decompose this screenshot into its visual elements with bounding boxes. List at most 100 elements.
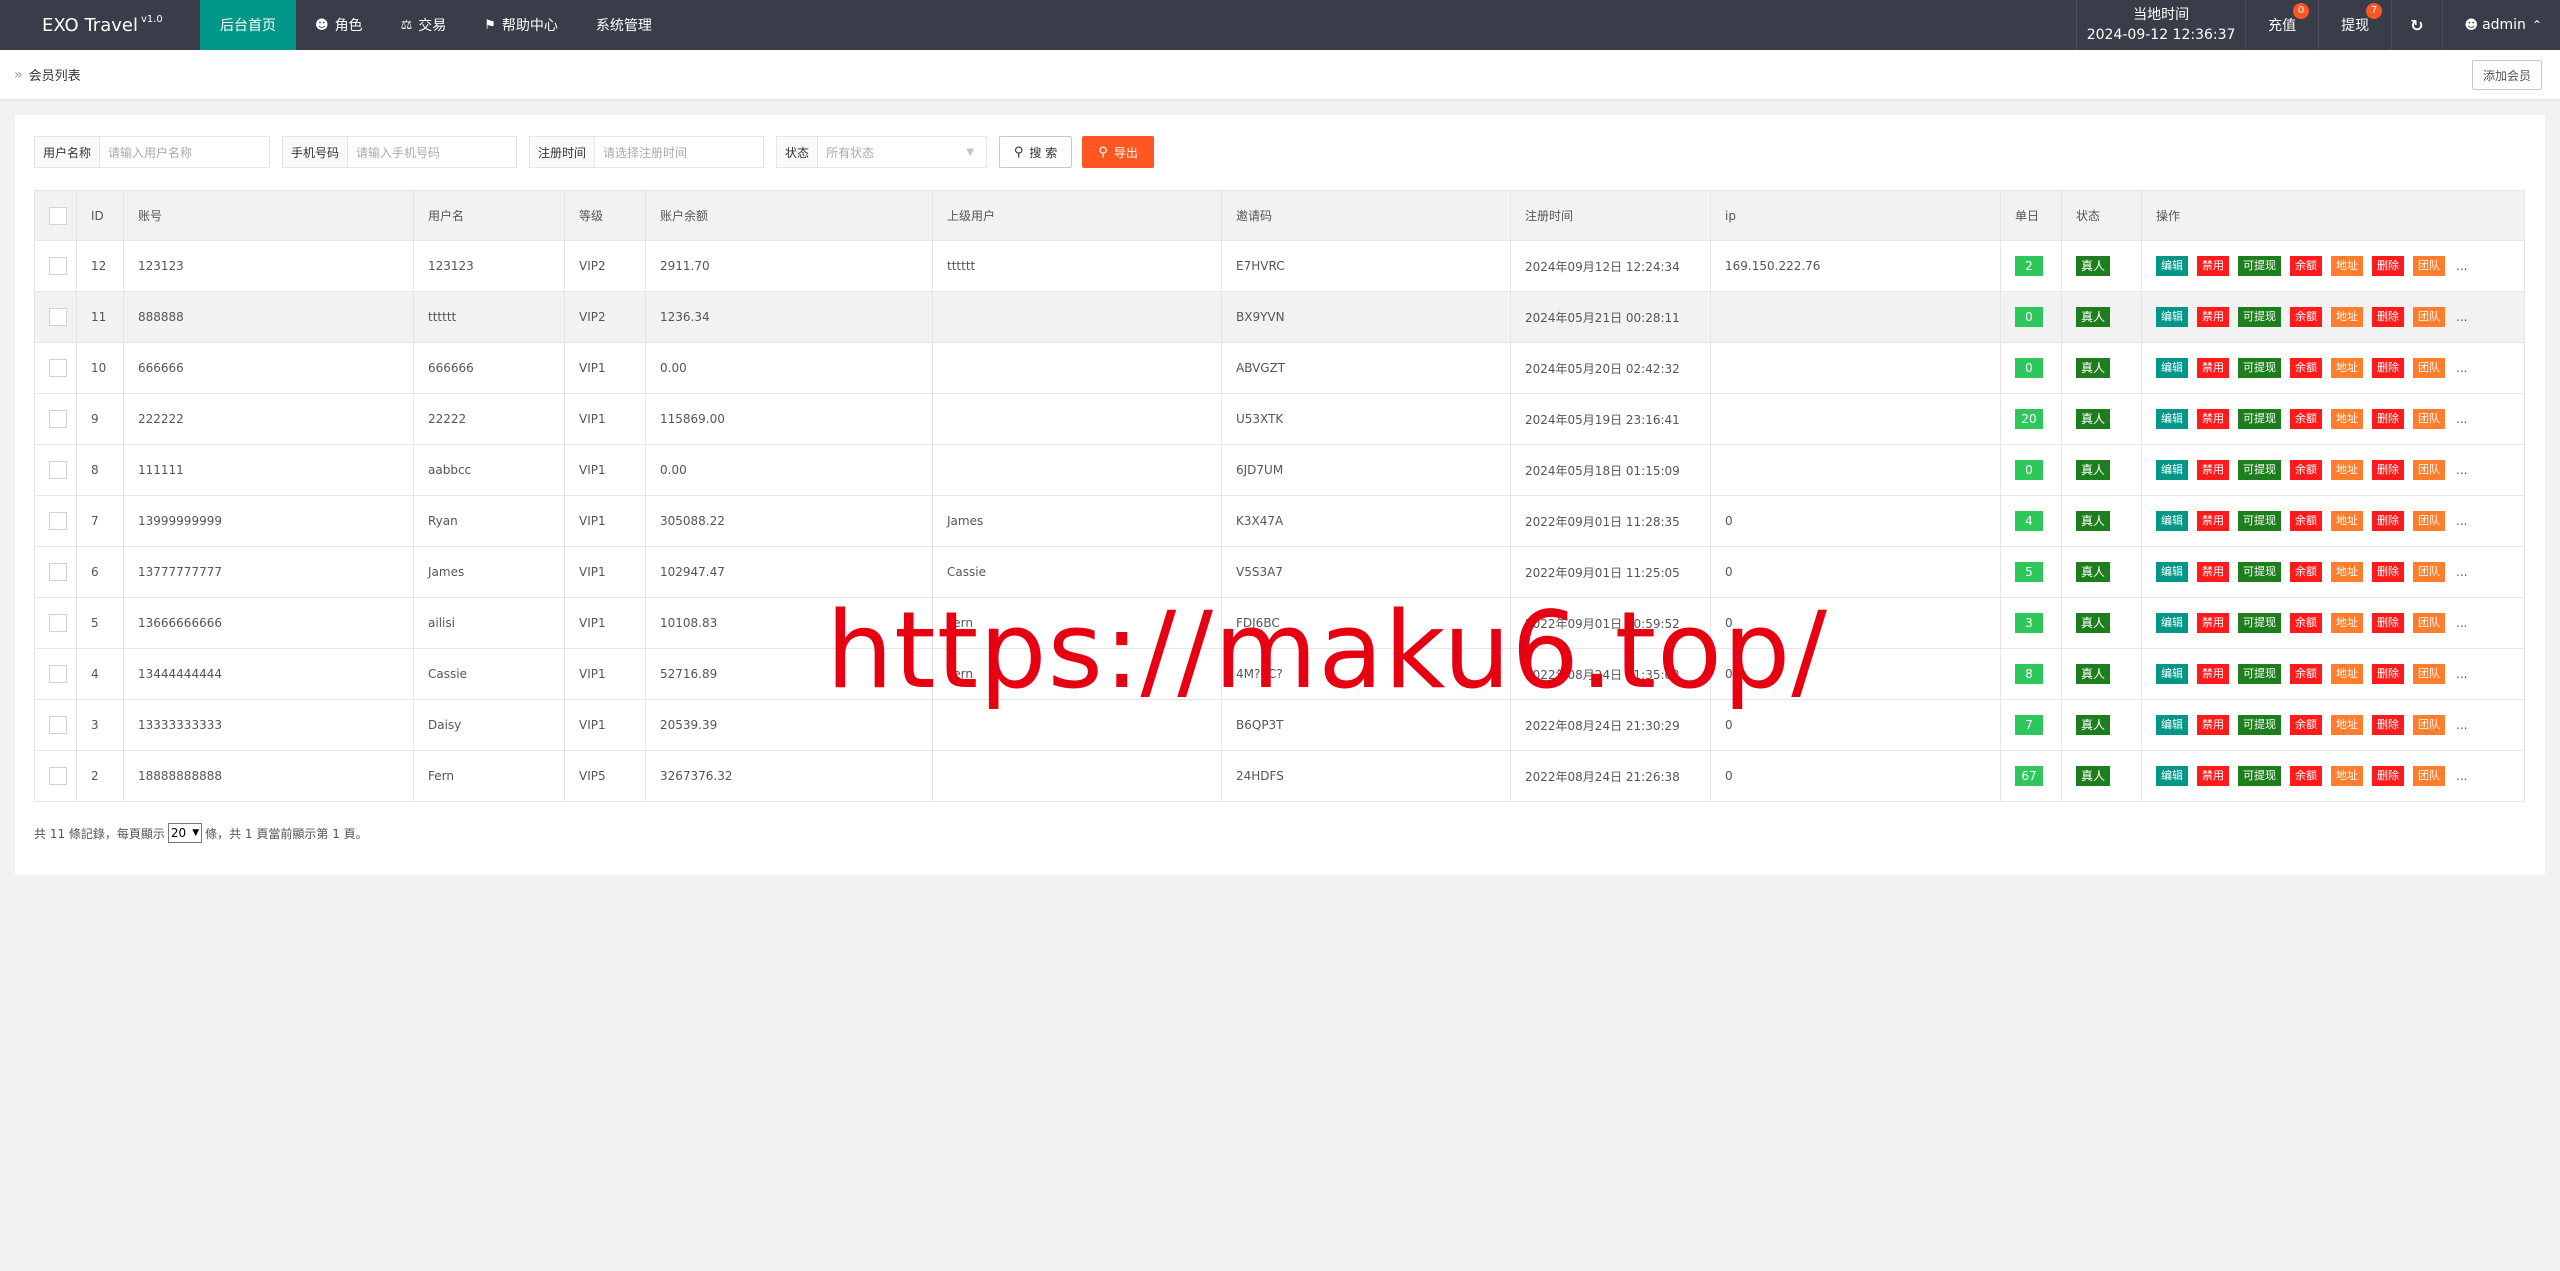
disable-button[interactable]: 禁用 [2197,715,2229,735]
disable-button[interactable]: 禁用 [2197,307,2229,327]
disable-button[interactable]: 禁用 [2197,766,2229,786]
row-checkbox[interactable] [49,257,67,275]
withdrawable-button[interactable]: 可提现 [2238,358,2281,378]
edit-button[interactable]: 编辑 [2156,358,2188,378]
export-button[interactable]: ⚲ 导出 [1082,136,1155,168]
edit-button[interactable]: 编辑 [2156,256,2188,276]
withdrawable-button[interactable]: 可提现 [2238,664,2281,684]
disable-button[interactable]: 禁用 [2197,511,2229,531]
status-select[interactable]: 所有状态 ▼ [818,137,987,167]
delete-button[interactable]: 删除 [2372,460,2404,480]
withdrawable-button[interactable]: 可提现 [2238,766,2281,786]
team-button[interactable]: 团队 [2413,460,2445,480]
select-all-checkbox[interactable] [49,206,67,225]
delete-button[interactable]: 删除 [2372,766,2404,786]
address-button[interactable]: 地址 [2331,460,2363,480]
nav-system[interactable]: 系统管理 [577,0,671,50]
balance-button[interactable]: 余额 [2290,562,2322,582]
disable-button[interactable]: 禁用 [2197,613,2229,633]
delete-button[interactable]: 删除 [2372,613,2404,633]
more-actions-button[interactable]: ... [2456,667,2467,681]
balance-button[interactable]: 余额 [2290,715,2322,735]
nav-home[interactable]: 后台首页 [200,0,296,50]
delete-button[interactable]: 删除 [2372,409,2404,429]
balance-button[interactable]: 余额 [2290,409,2322,429]
balance-button[interactable]: 余额 [2290,460,2322,480]
refresh-icon[interactable]: ↻ [2392,0,2441,50]
delete-button[interactable]: 删除 [2372,715,2404,735]
delete-button[interactable]: 删除 [2372,256,2404,276]
disable-button[interactable]: 禁用 [2197,460,2229,480]
edit-button[interactable]: 编辑 [2156,613,2188,633]
withdrawable-button[interactable]: 可提现 [2238,562,2281,582]
row-checkbox[interactable] [49,563,67,581]
edit-button[interactable]: 编辑 [2156,511,2188,531]
delete-button[interactable]: 删除 [2372,307,2404,327]
team-button[interactable]: 团队 [2413,613,2445,633]
team-button[interactable]: 团队 [2413,562,2445,582]
team-button[interactable]: 团队 [2413,511,2445,531]
address-button[interactable]: 地址 [2331,715,2363,735]
balance-button[interactable]: 余额 [2290,511,2322,531]
disable-button[interactable]: 禁用 [2197,256,2229,276]
withdrawable-button[interactable]: 可提现 [2238,511,2281,531]
address-button[interactable]: 地址 [2331,256,2363,276]
disable-button[interactable]: 禁用 [2197,562,2229,582]
address-button[interactable]: 地址 [2331,766,2363,786]
address-button[interactable]: 地址 [2331,613,2363,633]
team-button[interactable]: 团队 [2413,715,2445,735]
search-button[interactable]: ⚲ 搜 索 [999,136,1073,168]
disable-button[interactable]: 禁用 [2197,409,2229,429]
add-member-button[interactable]: 添加会员 [2471,60,2542,90]
more-actions-button[interactable]: ... [2456,514,2467,528]
balance-button[interactable]: 余额 [2290,307,2322,327]
delete-button[interactable]: 删除 [2372,511,2404,531]
withdrawable-button[interactable]: 可提现 [2238,460,2281,480]
address-button[interactable]: 地址 [2331,664,2363,684]
regtime-input[interactable]: 请选择注册时间 [595,137,764,167]
row-checkbox[interactable] [49,767,67,785]
row-checkbox[interactable] [49,716,67,734]
balance-button[interactable]: 余额 [2290,766,2322,786]
address-button[interactable]: 地址 [2331,511,2363,531]
balance-button[interactable]: 余额 [2290,664,2322,684]
row-checkbox[interactable] [49,359,67,377]
edit-button[interactable]: 编辑 [2156,715,2188,735]
phone-input[interactable]: 请输入手机号码 [348,137,517,167]
row-checkbox[interactable] [49,665,67,683]
address-button[interactable]: 地址 [2331,307,2363,327]
row-checkbox[interactable] [49,512,67,530]
balance-button[interactable]: 余额 [2290,613,2322,633]
disable-button[interactable]: 禁用 [2197,664,2229,684]
delete-button[interactable]: 删除 [2372,562,2404,582]
address-button[interactable]: 地址 [2331,409,2363,429]
withdrawable-button[interactable]: 可提现 [2238,307,2281,327]
disable-button[interactable]: 禁用 [2197,358,2229,378]
nav-help[interactable]: ⚑ 帮助中心 [465,0,577,50]
row-checkbox[interactable] [49,410,67,428]
more-actions-button[interactable]: ... [2456,616,2467,630]
withdrawable-button[interactable]: 可提现 [2238,613,2281,633]
row-checkbox[interactable] [49,308,67,326]
more-actions-button[interactable]: ... [2456,463,2467,477]
admin-menu[interactable]: ☻ admin ⌃ [2443,0,2560,50]
team-button[interactable]: 团队 [2413,358,2445,378]
recharge-button[interactable]: 充值 0 [2246,0,2318,50]
more-actions-button[interactable]: ... [2456,412,2467,426]
withdrawable-button[interactable]: 可提现 [2238,256,2281,276]
delete-button[interactable]: 删除 [2372,664,2404,684]
team-button[interactable]: 团队 [2413,256,2445,276]
team-button[interactable]: 团队 [2413,766,2445,786]
edit-button[interactable]: 编辑 [2156,664,2188,684]
username-input[interactable]: 请输入用户名称 [100,137,270,167]
edit-button[interactable]: 编辑 [2156,460,2188,480]
edit-button[interactable]: 编辑 [2156,562,2188,582]
more-actions-button[interactable]: ... [2456,361,2467,375]
balance-button[interactable]: 余额 [2290,256,2322,276]
balance-button[interactable]: 余额 [2290,358,2322,378]
edit-button[interactable]: 编辑 [2156,766,2188,786]
withdrawable-button[interactable]: 可提现 [2238,409,2281,429]
row-checkbox[interactable] [49,614,67,632]
team-button[interactable]: 团队 [2413,664,2445,684]
nav-trade[interactable]: ⚖ 交易 [382,0,466,50]
